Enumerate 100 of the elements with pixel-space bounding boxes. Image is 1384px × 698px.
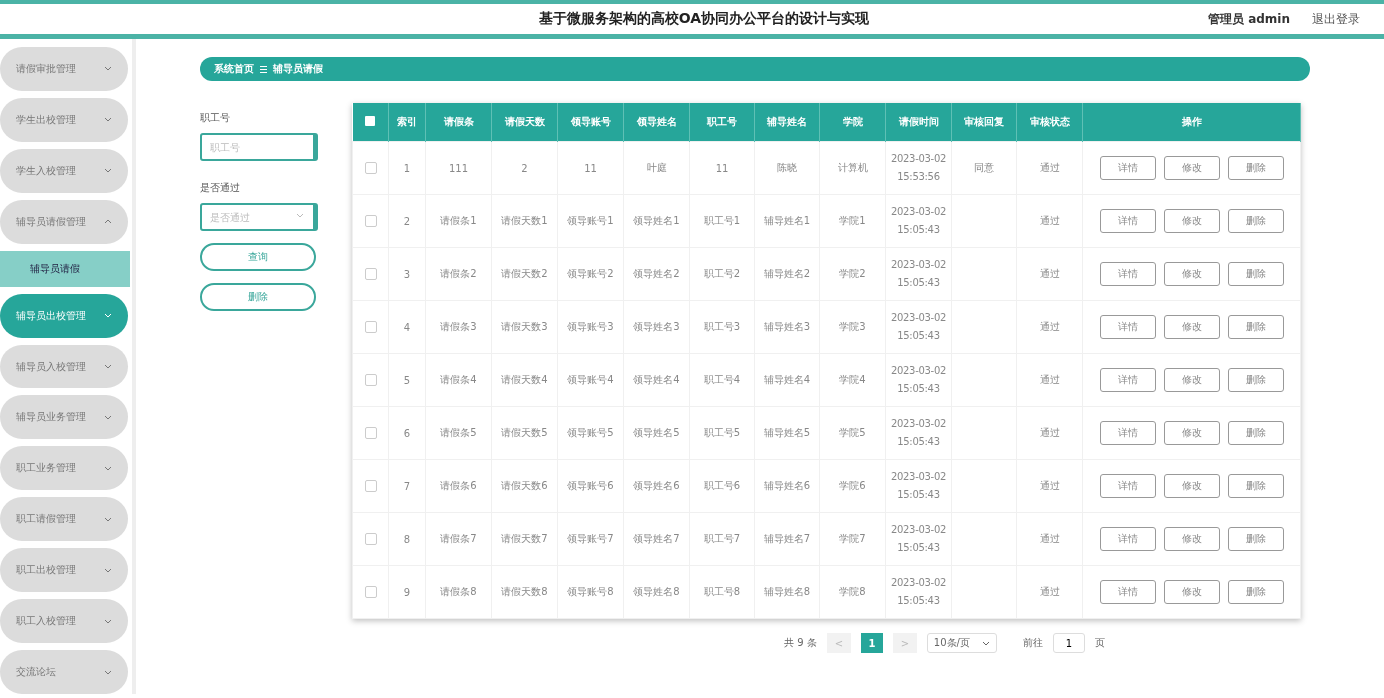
table-cell: 领导账号4 xyxy=(567,374,614,385)
table-cell: 请假条3 xyxy=(440,321,477,332)
page-size-select[interactable]: 10条/页 xyxy=(926,633,997,653)
row-action-button[interactable]: 删除 xyxy=(1227,527,1284,551)
sidebar-menu-item[interactable]: 辅导员出校管理 xyxy=(0,293,128,338)
table-cell: 请假天数1 xyxy=(501,215,548,226)
row-action-button[interactable]: 修改 xyxy=(1163,421,1220,445)
row-action-button[interactable]: 详情 xyxy=(1099,156,1156,180)
row-action-button[interactable]: 详情 xyxy=(1099,262,1156,286)
row-action-button[interactable]: 详情 xyxy=(1099,368,1156,392)
table-cell: 2023-03-02 15:53:56 xyxy=(890,153,947,182)
table-cell: 辅导姓名5 xyxy=(763,427,811,438)
sidebar-menu-item[interactable]: 学生出校管理 xyxy=(0,97,128,142)
table-cell: 请假天数3 xyxy=(501,321,548,332)
chevron-icon xyxy=(104,465,112,471)
row-checkbox[interactable] xyxy=(364,162,377,174)
sidebar-menu-item[interactable]: 职工业务管理 xyxy=(0,446,128,491)
row-checkbox[interactable] xyxy=(364,586,377,598)
row-action-button[interactable]: 修改 xyxy=(1163,474,1220,498)
page-number-field[interactable]: 1 xyxy=(1052,633,1085,653)
table-cell: 陈晓 xyxy=(777,162,797,173)
breadcrumb-link[interactable]: 辅导员请假 xyxy=(273,62,323,76)
table-cell: 2023-03-02 15:05:43 xyxy=(890,259,947,288)
row-action-button[interactable]: 详情 xyxy=(1099,421,1156,445)
row-action-button[interactable]: 修改 xyxy=(1163,527,1220,551)
row-action-button[interactable]: 删除 xyxy=(1227,315,1284,339)
select-all-checkbox[interactable] xyxy=(365,116,376,126)
row-action-button[interactable]: 修改 xyxy=(1163,368,1220,392)
table-cell: 3 xyxy=(403,268,411,280)
row-action-button[interactable]: 修改 xyxy=(1163,580,1220,604)
table-cell: 2023-03-02 15:05:43 xyxy=(890,524,947,553)
column-header: 索引 xyxy=(388,103,426,142)
row-checkbox[interactable] xyxy=(364,427,377,439)
sidebar-menu-item[interactable]: 辅导员业务管理 xyxy=(0,395,128,440)
row-action-button[interactable]: 删除 xyxy=(1227,368,1284,392)
table-cell: 2 xyxy=(403,215,411,227)
total-count: 共 9 条 xyxy=(784,636,817,650)
sidebar-menu-item[interactable]: 辅导员入校管理 xyxy=(0,344,128,389)
user-label: 管理员 admin xyxy=(1207,10,1290,28)
table-cell: 2023-03-02 15:05:43 xyxy=(890,312,947,341)
table-cell: 领导账号3 xyxy=(567,321,614,332)
sidebar-menu-item[interactable]: 职工出校管理 xyxy=(0,548,128,593)
row-action-button[interactable]: 详情 xyxy=(1099,474,1156,498)
chevron-icon xyxy=(104,66,112,72)
table-cell: 领导姓名7 xyxy=(633,533,680,544)
table-cell: 领导账号6 xyxy=(567,480,614,491)
row-checkbox[interactable] xyxy=(364,321,377,333)
chevron-icon xyxy=(104,414,112,420)
action-button[interactable]: 删除 xyxy=(200,283,316,311)
table-cell: 2023-03-02 15:05:43 xyxy=(890,206,947,235)
page-button[interactable]: 1 xyxy=(860,633,883,653)
table-cell: 11 xyxy=(715,162,729,174)
row-action-button[interactable]: 详情 xyxy=(1099,315,1156,339)
action-button[interactable]: 查询 xyxy=(200,243,316,271)
table-cell: 请假天数8 xyxy=(501,586,548,597)
column-header: 辅导姓名 xyxy=(754,103,820,142)
sidebar-menu-item[interactable]: 请假审批管理 xyxy=(0,47,128,91)
row-action-button[interactable]: 详情 xyxy=(1099,209,1156,233)
row-action-button[interactable]: 删除 xyxy=(1227,421,1284,445)
row-checkbox[interactable] xyxy=(364,374,377,386)
row-action-button[interactable]: 删除 xyxy=(1227,209,1284,233)
filter-label: 是否通过 xyxy=(200,181,241,195)
sidebar-menu-item[interactable]: 职工请假管理 xyxy=(0,497,128,542)
table-cell: 通过 xyxy=(1039,162,1060,173)
table-cell: 4 xyxy=(403,321,411,333)
table-cell: 通过 xyxy=(1039,215,1060,226)
table-cell: 请假条2 xyxy=(440,268,477,279)
row-action-button[interactable]: 详情 xyxy=(1099,527,1156,551)
chevron-icon xyxy=(104,618,112,624)
row-action-button[interactable]: 删除 xyxy=(1227,580,1284,604)
row-action-button[interactable]: 修改 xyxy=(1163,315,1220,339)
row-action-button[interactable]: 修改 xyxy=(1163,209,1220,233)
chevron-icon xyxy=(104,516,112,522)
sidebar-submenu-item[interactable]: 辅导员请假 xyxy=(0,250,130,287)
chevron-icon xyxy=(104,567,112,573)
sidebar-menu-item[interactable]: 辅导员请假管理 xyxy=(0,199,128,244)
row-checkbox[interactable] xyxy=(364,533,377,545)
row-checkbox[interactable] xyxy=(364,215,377,227)
logout-link[interactable]: 退出登录 xyxy=(1312,10,1360,28)
sidebar-menu-item[interactable]: 学生入校管理 xyxy=(0,148,128,193)
breadcrumb-link[interactable]: 系统首页 xyxy=(214,62,254,76)
row-action-button[interactable]: 删除 xyxy=(1227,474,1284,498)
table-cell: 领导账号5 xyxy=(567,427,614,438)
row-action-button[interactable]: 删除 xyxy=(1227,156,1284,180)
row-checkbox[interactable] xyxy=(364,480,377,492)
column-header: 审核状态 xyxy=(1016,103,1083,142)
table-cell: 学院2 xyxy=(839,268,866,279)
row-checkbox[interactable] xyxy=(364,268,377,280)
column-header: 请假时间 xyxy=(885,103,952,142)
row-action-button[interactable]: 修改 xyxy=(1163,262,1220,286)
row-action-button[interactable]: 删除 xyxy=(1227,262,1284,286)
table-cell: 辅导姓名4 xyxy=(763,374,811,385)
row-action-button[interactable]: 修改 xyxy=(1163,156,1220,180)
sidebar-menu-item[interactable]: 职工入校管理 xyxy=(0,599,128,644)
sidebar-menu-item[interactable]: 交流论坛 xyxy=(0,650,128,694)
table-cell: 通过 xyxy=(1039,268,1060,279)
row-action-button[interactable]: 详情 xyxy=(1099,580,1156,604)
column-header: 职工号 xyxy=(689,103,755,142)
table-cell: 1 xyxy=(403,162,411,174)
table-cell: 叶庭 xyxy=(646,162,667,173)
